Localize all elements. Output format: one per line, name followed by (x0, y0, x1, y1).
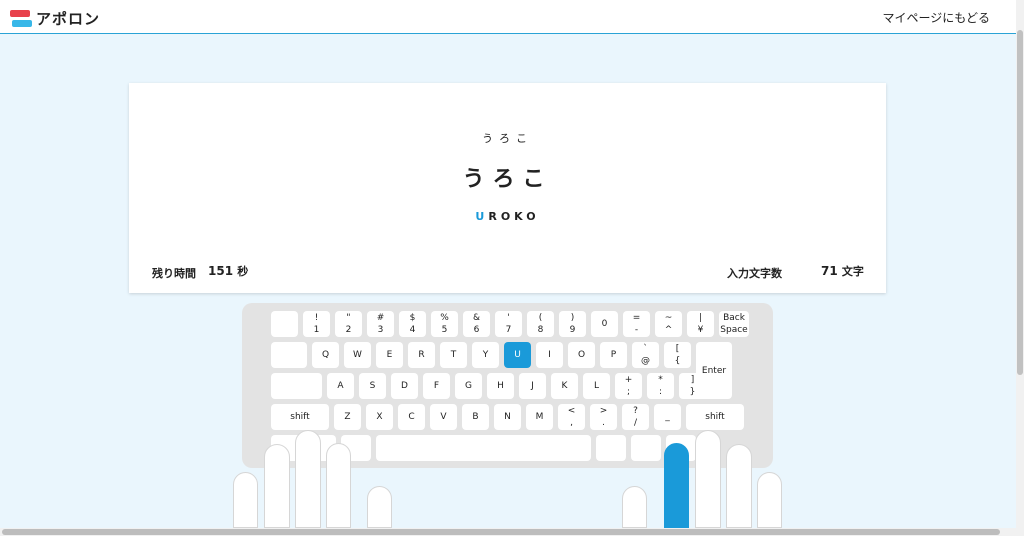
key-[interactable]: >. (590, 404, 617, 430)
key-1[interactable]: ! 1 (303, 311, 330, 337)
time-remaining-label: 残り時間 (152, 267, 196, 280)
key-[interactable]: = - (623, 311, 650, 337)
key-9[interactable]: ) 9 (559, 311, 586, 337)
key-blank[interactable] (596, 435, 626, 461)
key-[interactable]: ~ ^ (655, 311, 682, 337)
key-[interactable]: [{ (664, 342, 691, 368)
finger-left-index (326, 443, 351, 528)
vertical-scrollbar[interactable] (1016, 0, 1024, 536)
key-o[interactable]: O (568, 342, 595, 368)
key-[interactable]: <, (558, 404, 585, 430)
key-[interactable]: ` @ (632, 342, 659, 368)
finger-left-pinky (233, 472, 258, 528)
horizontal-scrollbar[interactable] (0, 528, 1016, 536)
finger-right-thumb (622, 486, 647, 528)
key-3[interactable]: #3 (367, 311, 394, 337)
key-2[interactable]: " 2 (335, 311, 362, 337)
key-7[interactable]: ' 7 (495, 311, 522, 337)
key-j[interactable]: J (519, 373, 546, 399)
time-remaining-value: 151 秒 (208, 264, 249, 278)
key-q[interactable]: Q (312, 342, 339, 368)
finger-right-pinky (757, 472, 782, 528)
key-z[interactable]: Z (334, 404, 361, 430)
prompt-romaji: UROKO (129, 210, 886, 223)
prompt-kana: うろこ (482, 132, 533, 145)
finger-left-ring (264, 444, 290, 528)
key-shift[interactable]: shift (686, 404, 744, 430)
vertical-scroll-thumb[interactable] (1017, 30, 1023, 375)
finger-right-ring (726, 444, 752, 528)
key-[interactable]: +; (615, 373, 642, 399)
char-count-label: 入力文字数 (727, 267, 782, 280)
key-[interactable]: | ¥ (687, 311, 714, 337)
key-g[interactable]: G (455, 373, 482, 399)
key-l[interactable]: L (583, 373, 610, 399)
key-p[interactable]: P (600, 342, 627, 368)
key-5[interactable]: % 5 (431, 311, 458, 337)
key-4[interactable]: $4 (399, 311, 426, 337)
key-0[interactable]: 0 (591, 311, 618, 337)
app-logo[interactable]: アポロン (10, 8, 100, 29)
key-y[interactable]: Y (472, 342, 499, 368)
key-m[interactable]: M (526, 404, 553, 430)
finger-right-index (664, 443, 689, 528)
key-v[interactable]: V (430, 404, 457, 430)
key-b[interactable]: B (462, 404, 489, 430)
mypage-link[interactable]: マイページにもどる (882, 9, 990, 26)
key-i[interactable]: I (536, 342, 563, 368)
horizontal-scroll-thumb[interactable] (2, 529, 1000, 535)
key-blank[interactable] (631, 435, 661, 461)
key-r[interactable]: R (408, 342, 435, 368)
char-count-value: 71 文字 (821, 264, 864, 278)
key-8[interactable]: (8 (527, 311, 554, 337)
key-[interactable]: ]} (679, 373, 706, 399)
top-header: アポロン マイページにもどる (0, 0, 1016, 34)
key-w[interactable]: W (344, 342, 371, 368)
key-blank[interactable] (376, 435, 591, 461)
key-h[interactable]: H (487, 373, 514, 399)
key-[interactable]: *: (647, 373, 674, 399)
romaji-typed: U (475, 210, 489, 223)
finger-right-middle (695, 430, 721, 528)
key-[interactable]: ? / (622, 404, 649, 430)
key-blank[interactable] (271, 373, 322, 399)
key-a[interactable]: A (327, 373, 354, 399)
key-blank[interactable] (271, 311, 298, 337)
finger-left-thumb (367, 486, 392, 528)
typing-prompt-card: うろこ うろこ UROKO 残り時間 151 秒 入力文字数 71 文字 (129, 83, 886, 293)
prompt-word: うろこ (462, 167, 553, 192)
key-k[interactable]: K (551, 373, 578, 399)
key-s[interactable]: S (359, 373, 386, 399)
key-f[interactable]: F (423, 373, 450, 399)
logo-mark-icon (10, 9, 32, 28)
key-d[interactable]: D (391, 373, 418, 399)
key-6[interactable]: & 6 (463, 311, 490, 337)
romaji-remaining: ROKO (488, 210, 540, 223)
key-u[interactable]: U (504, 342, 531, 368)
key-blank[interactable] (271, 342, 307, 368)
virtual-keyboard: ! 1 " 2 #3 $4% 5 & 6 ' 7(8) 9 0 = - ~ ^ | ¥ Back Space Q W E R T Y… (242, 303, 773, 468)
key-e[interactable]: E (376, 342, 403, 368)
key-x[interactable]: X (366, 404, 393, 430)
logo-text: アポロン (36, 10, 101, 28)
key-t[interactable]: T (440, 342, 467, 368)
key-c[interactable]: C (398, 404, 425, 430)
key-n[interactable]: N (494, 404, 521, 430)
key-shift[interactable]: shift (271, 404, 329, 430)
finger-left-middle (295, 430, 321, 528)
key-backspace[interactable]: Back Space (719, 311, 749, 337)
key-[interactable]: _ (654, 404, 681, 430)
